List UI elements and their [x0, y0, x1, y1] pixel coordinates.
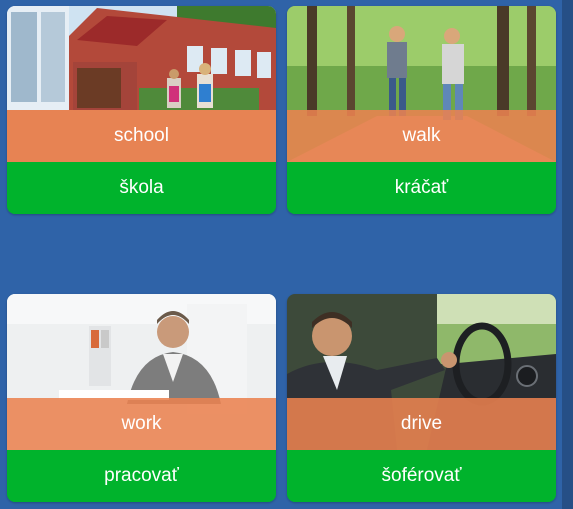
translation-button[interactable]: šoférovať	[287, 450, 556, 502]
english-word: work	[7, 398, 276, 450]
translation-button[interactable]: pracovať	[7, 450, 276, 502]
translation-button[interactable]: kráčať	[287, 162, 556, 214]
english-word: school	[7, 110, 276, 162]
english-word: drive	[287, 398, 556, 450]
window-edge	[562, 0, 573, 509]
flashcard-drive[interactable]: drive šoférovať	[287, 294, 556, 502]
flashcard-school[interactable]: school škola	[7, 6, 276, 214]
english-word: walk	[287, 110, 556, 162]
translation-button[interactable]: škola	[7, 162, 276, 214]
flashcard-work[interactable]: work pracovať	[7, 294, 276, 502]
flashcard-walk[interactable]: walk kráčať	[287, 6, 556, 214]
